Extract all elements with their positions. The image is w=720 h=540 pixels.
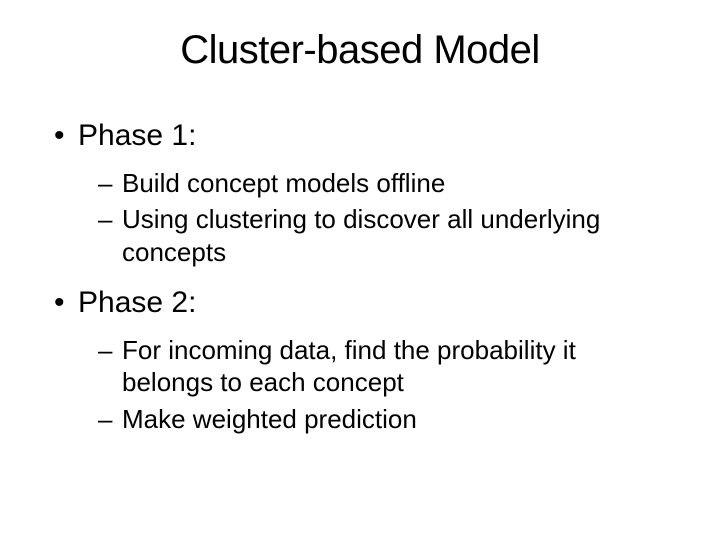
slide-title: Cluster-based Model	[50, 28, 670, 73]
spacer	[50, 272, 670, 284]
list-item: Build concept models offline	[50, 167, 670, 200]
list-item: Make weighted prediction	[50, 403, 670, 436]
list-item: Phase 1:	[50, 117, 670, 155]
list-item: Phase 2:	[50, 284, 670, 322]
list-item: For incoming data, find the probability …	[50, 334, 670, 399]
list-item: Using clustering to discover all underly…	[50, 203, 670, 268]
bullet-list: Phase 1: Build concept models offline Us…	[50, 117, 670, 435]
